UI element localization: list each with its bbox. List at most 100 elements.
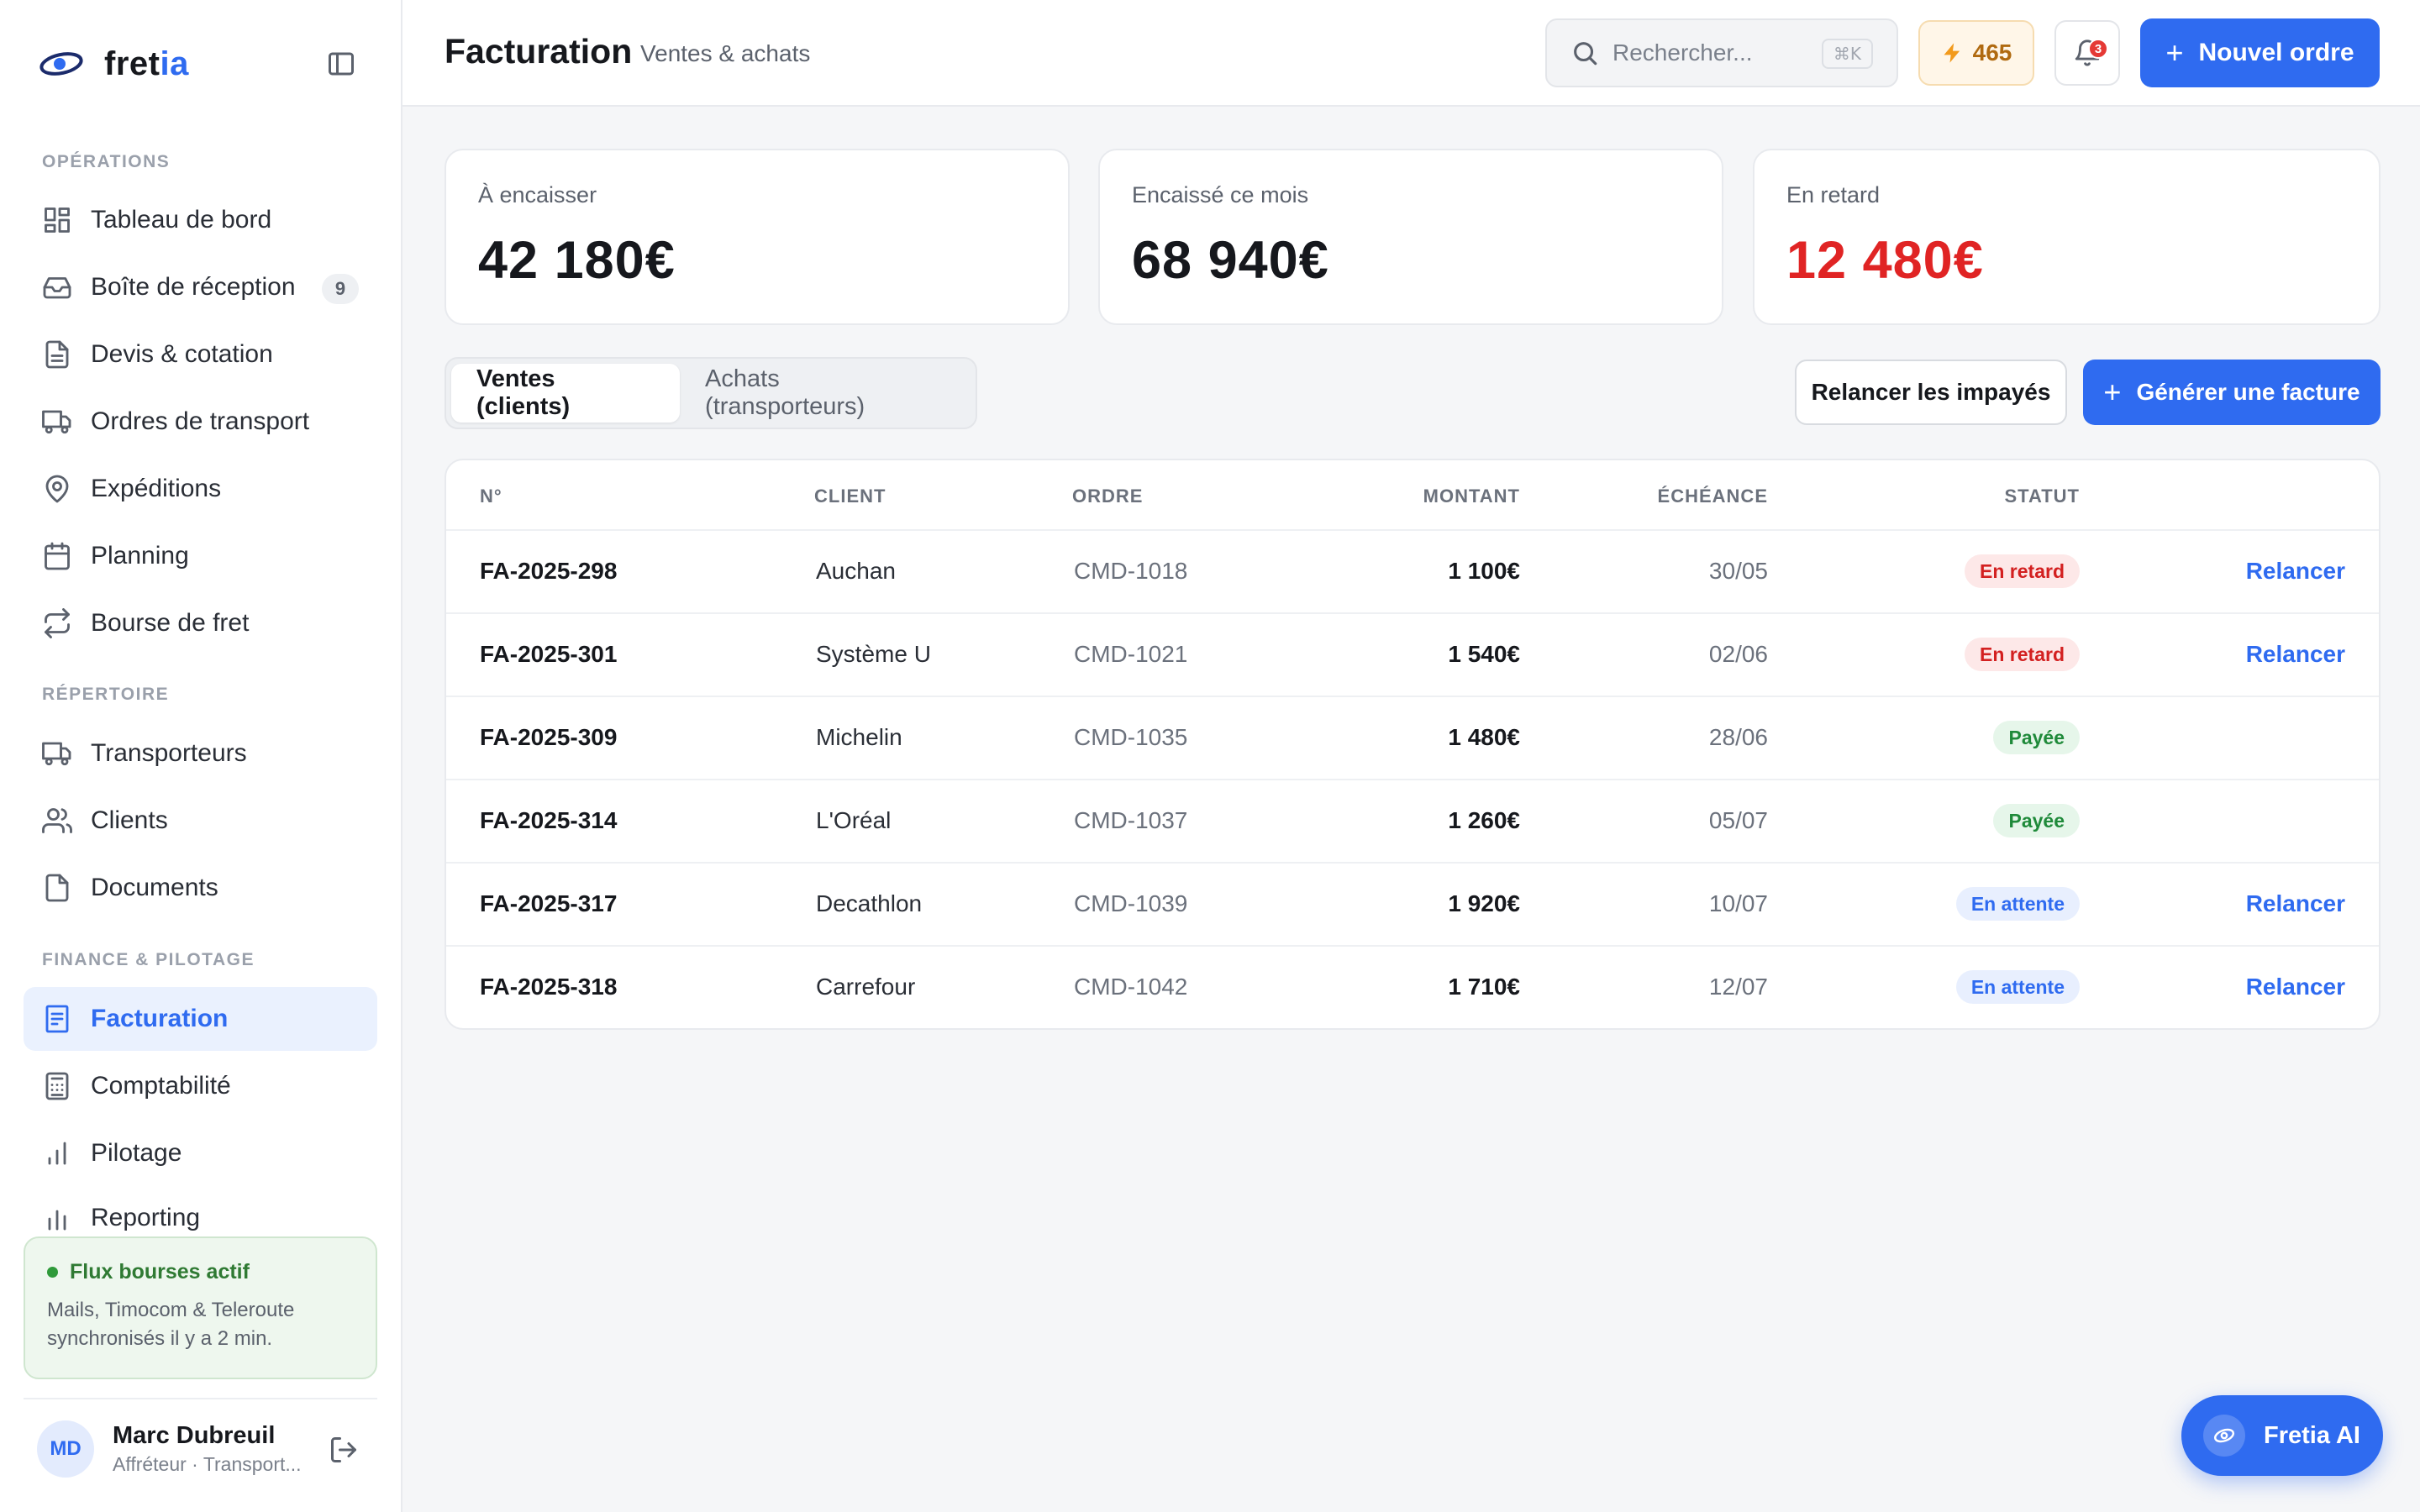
table-row[interactable]: FA-2025-309 Michelin CMD-1035 1 480€ 28/…	[446, 697, 2379, 780]
new-order-label: Nouvel ordre	[2198, 39, 2354, 66]
kpi-card-collected-month: Encaissé ce mois 68 940€	[1098, 149, 1723, 325]
search-input[interactable]	[1612, 39, 1814, 66]
section-label-operations: OPÉRATIONS	[42, 152, 171, 171]
user-name: Marc Dubreuil	[113, 1422, 276, 1449]
plus-icon: +	[2165, 35, 2184, 70]
credits-badge[interactable]: 465	[1918, 20, 2034, 86]
calendar-icon	[42, 541, 72, 571]
brand-logo[interactable]: fretia	[39, 42, 189, 86]
table-row[interactable]: FA-2025-314 L'Oréal CMD-1037 1 260€ 05/0…	[446, 780, 2379, 864]
sidebar-item-label: Comptabilité	[91, 1072, 231, 1100]
sidebar-item-label: Boîte de réception	[91, 273, 296, 301]
remind-unpaid-button[interactable]: Relancer les impayés	[1795, 360, 2067, 425]
remind-link[interactable]: Relancer	[2246, 974, 2345, 1000]
sidebar-item-inbox[interactable]: Boîte de réception 9	[24, 255, 377, 319]
sidebar-item-transport-orders[interactable]: Ordres de transport	[24, 390, 377, 454]
avatar: MD	[37, 1420, 94, 1478]
sidebar-item-steering[interactable]: Pilotage	[24, 1121, 377, 1185]
client-name: L'Oréal	[816, 807, 892, 833]
amount: 1 920€	[1448, 890, 1520, 916]
search-box[interactable]: ⌘K	[1545, 18, 1898, 87]
inbox-count-badge: 9	[322, 274, 359, 304]
sidebar-item-documents[interactable]: Documents	[24, 856, 377, 920]
invoice-number: FA-2025-298	[480, 558, 618, 584]
remind-link[interactable]: Relancer	[2246, 641, 2345, 668]
kpi-label: En retard	[1786, 182, 1881, 207]
keyboard-shortcut-hint: ⌘K	[1821, 39, 1873, 69]
sidebar-item-label: Reporting	[91, 1204, 201, 1231]
sidebar-item-carriers[interactable]: Transporteurs	[24, 722, 377, 785]
sidebar-item-quotes[interactable]: Devis & cotation	[24, 323, 377, 386]
column-header-due-date: ÉCHÉANCE	[1657, 486, 1768, 507]
page-title: Facturation	[445, 32, 633, 71]
amount: 1 540€	[1448, 641, 1520, 667]
sidebar-item-planning[interactable]: Planning	[24, 524, 377, 588]
logout-icon[interactable]	[329, 1435, 359, 1465]
kpi-label: À encaisser	[478, 182, 597, 207]
sidebar-item-billing[interactable]: Facturation	[24, 987, 377, 1051]
file-icon	[42, 873, 72, 903]
kpi-card-overdue: En retard 12 480€	[1753, 149, 2381, 325]
kpi-card-to-collect: À encaisser 42 180€	[445, 149, 1070, 325]
sidebar-item-label: Planning	[91, 542, 189, 570]
flux-status-text: Mails, Timocom & Teleroute synchronisés …	[47, 1299, 295, 1350]
top-bar: Facturation Ventes & achats ⌘K 465 3 + N…	[402, 0, 2420, 107]
sidebar-item-shipments[interactable]: Expéditions	[24, 457, 377, 521]
due-date: 12/07	[1708, 974, 1768, 1000]
generate-invoice-button[interactable]: + Générer une facture	[2083, 360, 2381, 425]
client-name: Auchan	[816, 558, 896, 584]
eye-logo-icon	[39, 52, 83, 76]
brand-name: fretia	[104, 45, 189, 82]
remind-link[interactable]: Relancer	[2246, 558, 2345, 585]
amount: 1 480€	[1448, 724, 1520, 750]
section-label-finance: FINANCE & PILOTAGE	[42, 950, 255, 969]
new-order-button[interactable]: + Nouvel ordre	[2140, 18, 2380, 87]
kpi-value: 42 180€	[478, 231, 676, 290]
status-dot-icon	[47, 1267, 58, 1278]
amount: 1 710€	[1448, 974, 1520, 1000]
sidebar-item-clients[interactable]: Clients	[24, 789, 377, 853]
status-badge: Payée	[1993, 721, 2080, 754]
notifications-button[interactable]: 3	[2054, 20, 2120, 86]
sidebar-item-freight-exchange[interactable]: Bourse de fret	[24, 591, 377, 655]
sidebar-item-label: Pilotage	[91, 1139, 182, 1167]
tab-purchases[interactable]: Achats (transporteurs)	[680, 364, 971, 423]
table-row[interactable]: FA-2025-318 Carrefour CMD-1042 1 710€ 12…	[446, 947, 2379, 1028]
order-ref: CMD-1018	[1074, 558, 1188, 584]
sidebar-item-dashboard[interactable]: Tableau de bord	[24, 188, 377, 252]
status-badge: Payée	[1993, 804, 2080, 837]
sidebar-toggle-icon[interactable]	[326, 49, 356, 77]
remind-link[interactable]: Relancer	[2246, 890, 2345, 917]
tab-sales[interactable]: Ventes (clients)	[451, 364, 681, 423]
user-profile[interactable]: MD Marc Dubreuil Affréteur · Transport..…	[24, 1398, 377, 1499]
kpi-value: 12 480€	[1786, 231, 1984, 290]
sidebar-item-label: Bourse de fret	[91, 609, 250, 637]
truck-icon	[42, 407, 72, 437]
due-date: 30/05	[1708, 558, 1768, 584]
invoice-number: FA-2025-318	[480, 974, 618, 1000]
section-label-directory: RÉPERTOIRE	[42, 685, 170, 704]
notification-count-badge: 3	[2088, 39, 2108, 59]
invoice-icon	[42, 1004, 72, 1034]
client-name: Système U	[816, 641, 931, 667]
amount: 1 100€	[1448, 558, 1520, 584]
lightning-icon	[1944, 43, 1960, 63]
user-role: Affréteur · Transport...	[113, 1453, 302, 1475]
table-row[interactable]: FA-2025-298 Auchan CMD-1018 1 100€ 30/05…	[446, 531, 2379, 614]
due-date: 28/06	[1708, 724, 1768, 750]
sidebar-item-label: Expéditions	[91, 475, 222, 502]
sidebar-item-label: Facturation	[91, 1005, 229, 1032]
status-badge: En attente	[1955, 970, 2080, 1004]
sidebar-item-reporting[interactable]: Reporting	[24, 1189, 377, 1239]
table-row[interactable]: FA-2025-301 Système U CMD-1021 1 540€ 02…	[446, 614, 2379, 697]
sidebar: fretia OPÉRATIONS Tableau de bord Boîte …	[0, 0, 402, 1512]
sidebar-item-label: Ordres de transport	[91, 407, 310, 435]
flux-status-title: Flux bourses actif	[47, 1260, 354, 1284]
bar-chart-icon	[42, 1204, 72, 1234]
search-icon	[1574, 42, 1597, 66]
sidebar-item-accounting[interactable]: Comptabilité	[24, 1054, 377, 1118]
table-row[interactable]: FA-2025-317 Decathlon CMD-1039 1 920€ 10…	[446, 864, 2379, 947]
table-header: N° CLIENT ORDRE MONTANT ÉCHÉANCE STATUT	[446, 460, 2379, 531]
ai-assistant-button[interactable]: Fretia AI	[2181, 1395, 2383, 1476]
orbit-icon	[2203, 1415, 2245, 1457]
